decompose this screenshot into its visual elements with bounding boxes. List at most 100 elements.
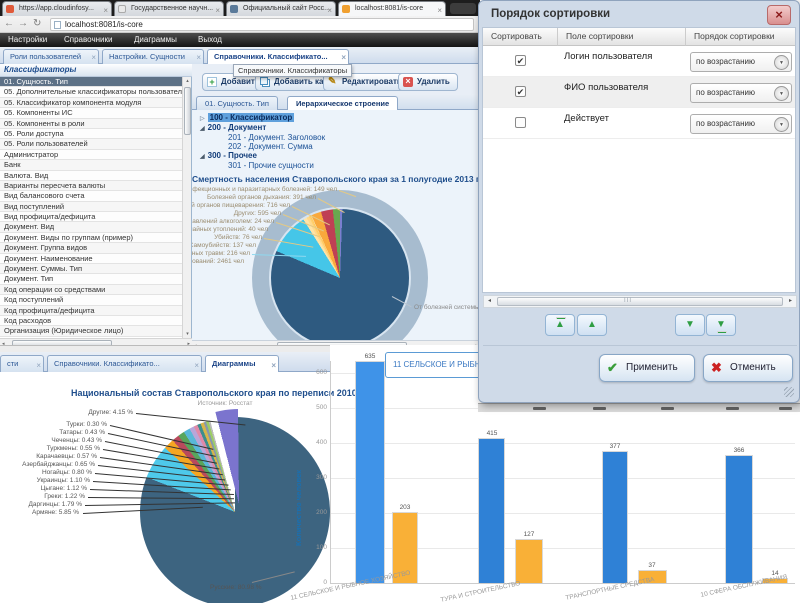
- scrollbar-thumb[interactable]: [184, 87, 191, 135]
- chevron-expanded-icon[interactable]: ◢: [200, 154, 205, 160]
- list-item[interactable]: Вид профицита/дефицита: [0, 212, 183, 222]
- scroll-right-icon[interactable]: ▸: [785, 297, 796, 306]
- tab-diagrams-active[interactable]: Диаграммы×: [205, 355, 279, 372]
- resize-grip[interactable]: [784, 387, 794, 397]
- tab-close-icon[interactable]: ×: [91, 51, 96, 64]
- tab-hierarchy-active[interactable]: Иерархическое строение: [287, 96, 398, 110]
- sort-order-dropdown[interactable]: по возрастанию ▼: [690, 114, 792, 134]
- move-to-top-button[interactable]: ▲: [545, 314, 575, 336]
- checkbox-checked[interactable]: ✔: [515, 55, 526, 66]
- dialog-horizontal-scrollbar[interactable]: ◂ III ▸: [483, 295, 797, 308]
- menu-exit[interactable]: Выход: [192, 33, 228, 47]
- bar-blue-2[interactable]: [478, 438, 505, 583]
- move-down-button[interactable]: ▼: [675, 314, 705, 336]
- list-item[interactable]: 05. Дополнительные классификаторы пользо…: [0, 87, 183, 97]
- tab-entity-type[interactable]: 01. Сущность. Тип: [196, 96, 278, 110]
- chevron-down-icon[interactable]: ▼: [774, 55, 789, 70]
- list-item[interactable]: Документ. Суммы. Тип: [0, 264, 183, 274]
- browser-tab-2[interactable]: Государственное научн... ×: [114, 1, 224, 16]
- list-item[interactable]: 05. Компоненты ИС: [0, 108, 183, 118]
- table-row[interactable]: Действует по возрастанию ▼: [483, 108, 795, 139]
- move-to-bottom-button[interactable]: ▼: [706, 314, 736, 336]
- scroll-up-icon[interactable]: ▴: [184, 78, 191, 84]
- tree-node-300[interactable]: ◢300 - Прочее: [200, 151, 257, 160]
- list-item[interactable]: 05. Компоненты в роли: [0, 119, 183, 129]
- pie-label: Случайных отравлений алкоголем: 24 чел: [192, 218, 274, 225]
- tab-close-icon[interactable]: ×: [215, 4, 220, 16]
- move-up-button[interactable]: ▲: [577, 314, 607, 336]
- close-icon[interactable]: ×: [767, 5, 791, 25]
- browser-tab-1[interactable]: https://app.cloudinfosy... ×: [2, 1, 112, 16]
- tab-close-icon[interactable]: ×: [341, 51, 346, 64]
- bar-blue-4[interactable]: [725, 455, 753, 583]
- sort-order-dropdown[interactable]: по возрастанию ▼: [690, 52, 792, 72]
- list-item[interactable]: Администратор: [0, 150, 183, 160]
- sort-order-dropdown[interactable]: по возрастанию ▼: [690, 83, 792, 103]
- list-item[interactable]: Документ. Группа видов: [0, 243, 183, 253]
- tab-close-icon[interactable]: ×: [196, 51, 201, 64]
- list-item[interactable]: 05. Роли пользователей: [0, 139, 183, 149]
- tree-node-301[interactable]: 301 - Прочие сущности: [228, 161, 314, 170]
- list-item[interactable]: Документ. Вид: [0, 222, 183, 232]
- column-header-sort[interactable]: Сортировать: [483, 28, 558, 46]
- list-item[interactable]: Вид балансового счета: [0, 191, 183, 201]
- list-item[interactable]: Вид поступлений: [0, 202, 183, 212]
- list-item[interactable]: 05. Роли доступа: [0, 129, 183, 139]
- checkbox-checked[interactable]: ✔: [515, 86, 526, 97]
- column-header-order[interactable]: Порядок сортировки: [686, 28, 795, 46]
- list-item[interactable]: Документ. Наименование: [0, 254, 183, 264]
- menu-references[interactable]: Справочники: [58, 33, 118, 47]
- new-tab-button[interactable]: [450, 3, 476, 14]
- tab-close-icon[interactable]: ×: [271, 358, 276, 372]
- bar-blue-1[interactable]: [355, 361, 385, 583]
- list-item[interactable]: Документ. Тип: [0, 274, 183, 284]
- sidebar-vertical-scrollbar[interactable]: ▴ ▾: [182, 77, 191, 338]
- chevron-right-icon[interactable]: ▷: [200, 116, 205, 122]
- tab-close-icon[interactable]: ×: [327, 4, 332, 16]
- list-item-selected[interactable]: 01. Сущность. Тип: [0, 77, 183, 87]
- apply-button[interactable]: ✔ Применить: [599, 354, 695, 382]
- tree-node-200[interactable]: ◢200 - Документ: [200, 123, 266, 132]
- checkbox-unchecked[interactable]: [515, 117, 526, 128]
- list-item[interactable]: Варианты пересчета валюты: [0, 181, 183, 191]
- tab-close-icon[interactable]: ×: [194, 358, 199, 372]
- bar-orange-2[interactable]: [515, 539, 543, 583]
- app-tab-roles[interactable]: Роли пользователей×: [3, 49, 99, 64]
- tab-close-icon[interactable]: ×: [437, 4, 442, 16]
- browser-tab-4-active[interactable]: localhost:8081/is-core ×: [338, 1, 446, 16]
- cancel-button[interactable]: ✖ Отменить: [703, 354, 793, 382]
- list-item[interactable]: Валюта. Вид: [0, 171, 183, 181]
- list-item[interactable]: Код поступлений: [0, 295, 183, 305]
- list-item[interactable]: Организация (Юридическое лицо): [0, 326, 183, 336]
- scroll-left-icon[interactable]: ◂: [484, 297, 495, 306]
- app-tab-entities[interactable]: Настройки. Сущности×: [102, 49, 204, 64]
- list-item[interactable]: Код профицита/дефицита: [0, 306, 183, 316]
- forward-icon[interactable]: →: [18, 18, 28, 30]
- list-item[interactable]: Код расходов: [0, 316, 183, 326]
- column-header-field[interactable]: Поле сортировки: [558, 28, 686, 46]
- chevron-down-icon[interactable]: ▼: [774, 117, 789, 132]
- scroll-down-icon[interactable]: ▾: [184, 331, 191, 337]
- reload-icon[interactable]: ↻: [33, 18, 41, 30]
- menu-settings[interactable]: Настройки: [2, 33, 53, 47]
- scrollbar-thumb[interactable]: [497, 297, 783, 306]
- list-item[interactable]: 05. Классификатор компонента модуля: [0, 98, 183, 108]
- bar-blue-3[interactable]: [602, 451, 628, 583]
- list-item[interactable]: Банк: [0, 160, 183, 170]
- tree-node-202[interactable]: 202 - Документ. Сумма: [228, 142, 313, 151]
- url-bar[interactable]: localhost:8081/is-core: [50, 18, 474, 31]
- tab-close-icon[interactable]: ×: [103, 4, 108, 16]
- list-item[interactable]: Документ. Виды по группам (пример): [0, 233, 183, 243]
- tree-node-100[interactable]: ▷100 - Классификатор: [200, 113, 294, 122]
- browser-tab-3[interactable]: Официальный сайт Росс... ×: [226, 1, 336, 16]
- list-item[interactable]: Код операции со средствами: [0, 285, 183, 295]
- table-row[interactable]: ✔ ФИО пользователя по возрастанию ▼: [483, 77, 795, 108]
- menu-diagrams[interactable]: Диаграммы: [128, 33, 183, 47]
- tree-node-201[interactable]: 201 - Документ. Заголовок: [228, 133, 325, 142]
- app-tab-classifiers-active[interactable]: Справочники. Классификато...×: [207, 49, 349, 64]
- chevron-expanded-icon[interactable]: ◢: [200, 126, 205, 132]
- back-icon[interactable]: ←: [4, 18, 14, 30]
- table-row[interactable]: ✔ Логин пользователя по возрастанию ▼: [483, 46, 795, 77]
- delete-button[interactable]: × Удалить: [398, 73, 458, 91]
- chevron-down-icon[interactable]: ▼: [774, 86, 789, 101]
